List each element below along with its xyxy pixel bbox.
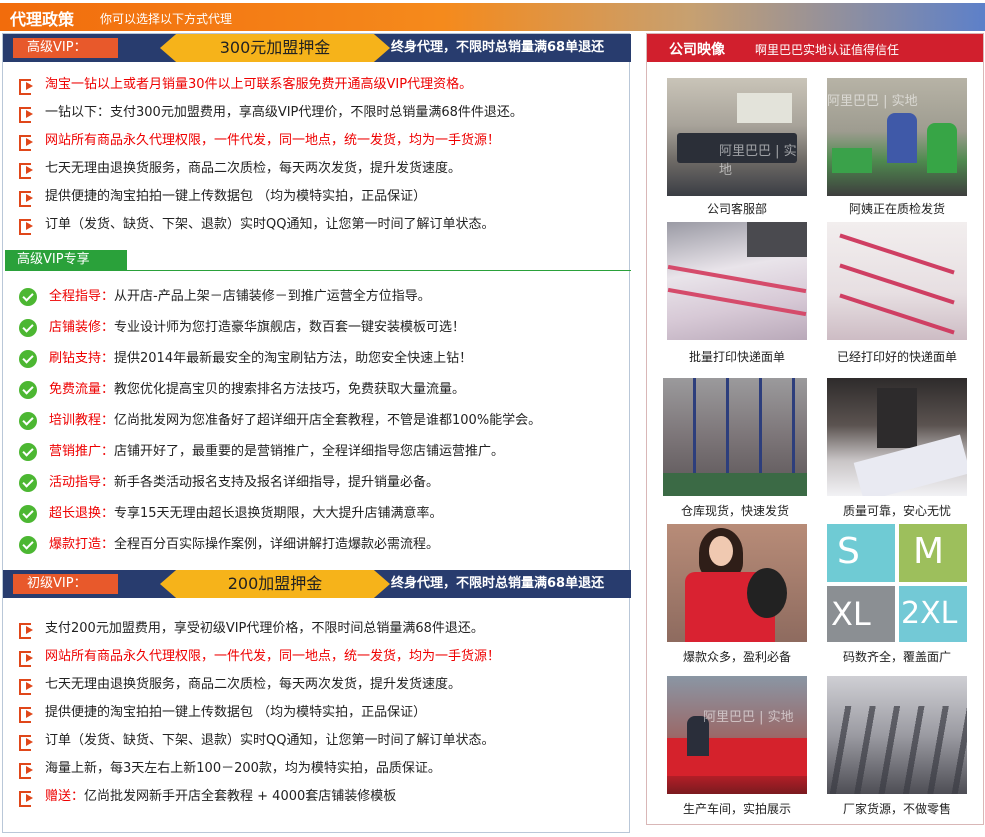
arrow-doc-icon — [19, 790, 35, 807]
photo-model — [667, 524, 807, 642]
size-s: S — [827, 524, 895, 582]
junior-vip-bar: 初级VIP： 200加盟押金 终身代理，不限时总销量满68单退还 — [3, 570, 631, 598]
arrow-doc-icon — [19, 218, 35, 235]
check-icon — [19, 442, 37, 461]
list-item: 店铺装修：专业设计师为您打造豪华旗舰店，数百套一键安装模板可选！ — [19, 317, 465, 339]
senior-vip-bar: 高级VIP： 300元加盟押金 终身代理，不限时总销量满68单退还 — [3, 34, 631, 62]
photo-printed-labels — [827, 222, 967, 340]
list-item: 刷钻支持：提供2014年最新最安全的淘宝刷钻方法，助您安全快速上钻！ — [19, 348, 472, 370]
arrow-doc-icon — [19, 706, 35, 723]
size-2xl: 2XL — [899, 586, 967, 642]
arrow-doc-icon — [19, 650, 35, 667]
list-item: 爆款打造：全程百分百实际操作案例，详细讲解打造爆款必需流程。 — [19, 534, 439, 556]
check-icon — [19, 411, 37, 430]
arrow-doc-icon — [19, 190, 35, 207]
agent-policy-panel: 高级VIP： 300元加盟押金 终身代理，不限时总销量满68单退还 淘宝一钻以上… — [2, 33, 631, 833]
list-item: 活动指导：新手各类活动报名支持及报名详细指导，提升销量必备。 — [19, 472, 439, 494]
arrow-doc-icon — [19, 734, 35, 751]
photo-workshop: 阿里巴巴 | 实地 — [667, 676, 807, 794]
top-banner: 代理政策 你可以选择以下方式代理 — [0, 3, 985, 31]
check-icon — [19, 473, 37, 492]
list-item: 网站所有商品永久代理权限，一件代发，同一地点，统一发货，均为一手货源！ — [19, 130, 500, 152]
junior-vip-deposit: 200加盟押金 — [160, 570, 390, 598]
arrow-doc-icon — [19, 762, 35, 779]
list-item: 培训教程：亿尚批发网为您准备好了超详细开店全套教程，不管是谁都100%能学会。 — [19, 410, 541, 432]
vip-exclusive-tag: 高级VIP专享 — [5, 250, 631, 271]
junior-vip-label: 初级VIP： — [13, 574, 118, 594]
company-subtitle: 啊里巴巴实地认证值得信任 — [755, 43, 900, 57]
photo-factory — [827, 676, 967, 794]
photo-customer-service: 阿里巴巴 | 实地 — [667, 78, 807, 196]
check-icon — [19, 349, 37, 368]
size-m: M — [899, 524, 967, 582]
photo-caption: 批量打印快递面单 — [688, 350, 785, 364]
photo-caption: 公司客服部 — [706, 202, 767, 216]
size-xl: XL — [827, 586, 895, 642]
banner-subtitle: 你可以选择以下方式代理 — [100, 12, 233, 26]
list-item: 支付200元加盟费用，享受初级VIP代理价格，不限时间总销量满68件退还。 — [19, 618, 484, 640]
photo-caption: 已经打印好的快递面单 — [836, 350, 957, 364]
list-item: 赠送：亿尚批发网新手开店全套教程 + 4000套店铺装修模板 — [19, 786, 396, 808]
list-item: 提供便捷的淘宝拍拍一键上传数据包 （均为模特实拍，正品保证） — [19, 186, 426, 208]
company-header: 公司映像 啊里巴巴实地认证值得信任 — [647, 34, 983, 62]
list-item: 淘宝一钻以上或者月销量30件以上可联系客服免费开通高级VIP代理资格。 — [19, 74, 472, 96]
list-item: 营销推广：店铺开好了，最重要的是营销推广，全程详细指导您店铺运营推广。 — [19, 441, 504, 463]
senior-vip-deposit: 300元加盟押金 — [160, 34, 390, 62]
list-item: 网站所有商品永久代理权限，一件代发，同一地点，统一发货，均为一手货源！ — [19, 646, 500, 668]
company-title: 公司映像 — [669, 42, 725, 58]
banner-title: 代理政策 — [10, 10, 75, 29]
check-icon — [19, 504, 37, 523]
arrow-doc-icon — [19, 678, 35, 695]
arrow-doc-icon — [19, 134, 35, 151]
list-item: 海量上新，每3天左右上新100－200款，均为模特实拍，品质保证。 — [19, 758, 441, 780]
size-chart: S M XL 2XL — [827, 524, 967, 642]
check-icon — [19, 287, 37, 306]
senior-vip-label: 高级VIP： — [13, 38, 118, 58]
list-item: 七天无理由退换货服务，商品二次质检，每天两次发货，提升发货速度。 — [19, 674, 461, 696]
list-item: 超长退换：专享15天无理由超长退换货期限，大大提升店铺满意率。 — [19, 503, 443, 525]
photo-caption: 阿姨正在质检发货 — [848, 202, 945, 216]
check-icon — [19, 535, 37, 554]
photo-caption: 质量可靠，安心无忧 — [842, 504, 951, 518]
list-item: 订单（发货、缺货、下架、退款）实时QQ通知，让您第一时间了解订单状态。 — [19, 730, 494, 752]
arrow-doc-icon — [19, 622, 35, 639]
list-item: 一钻以下：支付300元加盟费用，享高级VIP代理价，不限时总销量满68件件退还。 — [19, 102, 523, 124]
arrow-doc-icon — [19, 162, 35, 179]
photo-warehouse — [663, 378, 807, 496]
photo-caption: 码数齐全，覆盖面广 — [842, 650, 951, 664]
junior-vip-desc: 终身代理，不限时总销量满68单退还 — [391, 576, 605, 591]
arrow-doc-icon — [19, 106, 35, 123]
senior-vip-desc: 终身代理，不限时总销量满68单退还 — [391, 40, 605, 55]
list-item: 订单（发货、缺货、下架、退款）实时QQ通知，让您第一时间了解订单状态。 — [19, 214, 494, 236]
check-icon — [19, 380, 37, 399]
photo-caption: 爆款众多，盈利必备 — [682, 650, 791, 664]
photo-quality-check: 阿里巴巴 | 实地 — [827, 78, 967, 196]
list-item: 免费流量：教您优化提高宝贝的搜索排名方法技巧，免费获取大量流量。 — [19, 379, 465, 401]
photo-print-labels — [667, 222, 807, 340]
check-icon — [19, 318, 37, 337]
company-image-panel: 公司映像 啊里巴巴实地认证值得信任 阿里巴巴 | 实地 公司客服部 阿里巴巴 |… — [646, 33, 984, 825]
arrow-doc-icon — [19, 78, 35, 95]
photo-caption: 厂家货源，不做零售 — [842, 802, 951, 816]
list-item: 提供便捷的淘宝拍拍一键上传数据包 （均为模特实拍，正品保证） — [19, 702, 426, 724]
list-item: 全程指导：从开店-产品上架－店铺装修－到推广运营全方位指导。 — [19, 286, 431, 308]
list-item: 七天无理由退换货服务，商品二次质检，每天两次发货，提升发货速度。 — [19, 158, 461, 180]
photo-caption: 生产车间，实拍展示 — [682, 802, 791, 816]
photo-sewing — [827, 378, 967, 496]
photo-caption: 仓库现货，快速发货 — [680, 504, 789, 518]
